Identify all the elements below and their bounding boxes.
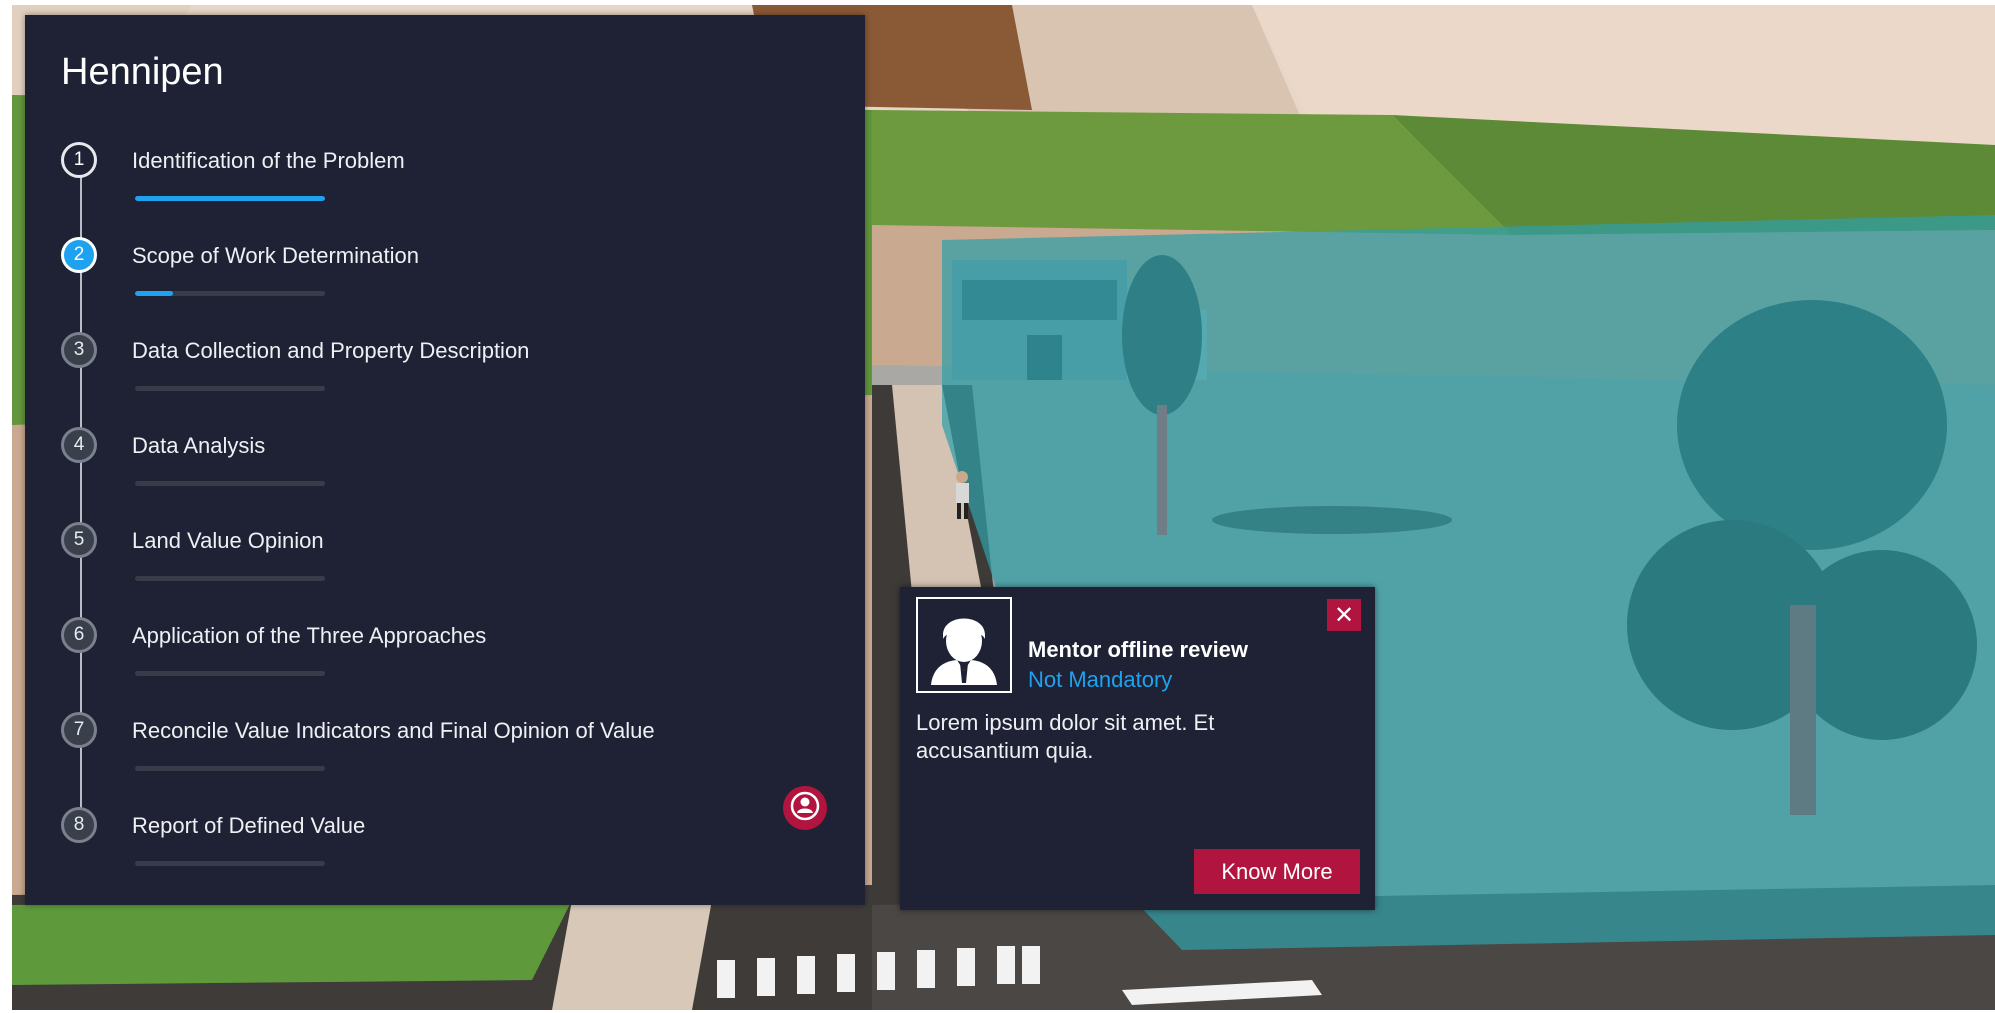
step-progress-bar [135, 196, 325, 201]
steps-panel: Hennipen 1 Identification of the Problem… [25, 15, 865, 905]
step-label: Report of Defined Value [132, 813, 366, 838]
step-label: Land Value Opinion [132, 528, 324, 553]
step-progress-bar [135, 766, 325, 771]
step-4[interactable]: 4 Data Analysis [25, 427, 865, 507]
step-progress-bar [135, 386, 325, 391]
step-label: Data Analysis [132, 433, 266, 458]
step-number-badge: 5 [61, 522, 97, 558]
step-progress-bar [135, 671, 325, 676]
step-progress-bar [135, 576, 325, 581]
step-progress-bar [135, 481, 325, 486]
step-3[interactable]: 3 Data Collection and Property Descripti… [25, 332, 865, 412]
step-progress-bar [135, 861, 325, 866]
step-2[interactable]: 2 Scope of Work Determination [25, 237, 865, 317]
step-number-badge: 3 [61, 332, 97, 368]
step-number-badge: 1 [61, 142, 97, 178]
step-1[interactable]: 1 Identification of the Problem [25, 142, 865, 222]
know-more-button[interactable]: Know More [1194, 849, 1360, 894]
popup-subtitle: Not Mandatory [1028, 667, 1173, 692]
close-button[interactable]: ✕ [1327, 599, 1361, 631]
mentor-review-button[interactable] [783, 786, 827, 830]
step-progress-fill [135, 196, 325, 201]
step-6[interactable]: 6 Application of the Three Approaches [25, 617, 865, 697]
step-label: Data Collection and Property Description [132, 338, 530, 363]
step-label: Scope of Work Determination [132, 243, 419, 268]
step-number-badge: 7 [61, 712, 97, 748]
step-progress-bar [135, 291, 325, 296]
step-progress-fill [135, 291, 173, 296]
person-icon [790, 791, 820, 826]
step-number-badge: 2 [61, 237, 97, 273]
popup-title: Mentor offline review [1028, 637, 1249, 662]
step-5[interactable]: 5 Land Value Opinion [25, 522, 865, 602]
step-number-badge: 4 [61, 427, 97, 463]
step-label: Identification of the Problem [132, 148, 405, 173]
step-label: Application of the Three Approaches [132, 623, 487, 648]
step-8[interactable]: 8 Report of Defined Value [25, 807, 865, 887]
step-label: Reconcile Value Indicators and Final Opi… [132, 718, 655, 743]
mentor-avatar-icon [916, 597, 1012, 693]
mentor-review-popup: ✕ Mentor offline review Not Mandatory Lo… [900, 587, 1375, 910]
panel-title: Hennipen [61, 51, 224, 93]
step-7[interactable]: 7 Reconcile Value Indicators and Final O… [25, 712, 865, 792]
step-number-badge: 6 [61, 617, 97, 653]
popup-body: Lorem ipsum dolor sit amet. Et accusanti… [916, 710, 1215, 763]
step-number-badge: 8 [61, 807, 97, 843]
